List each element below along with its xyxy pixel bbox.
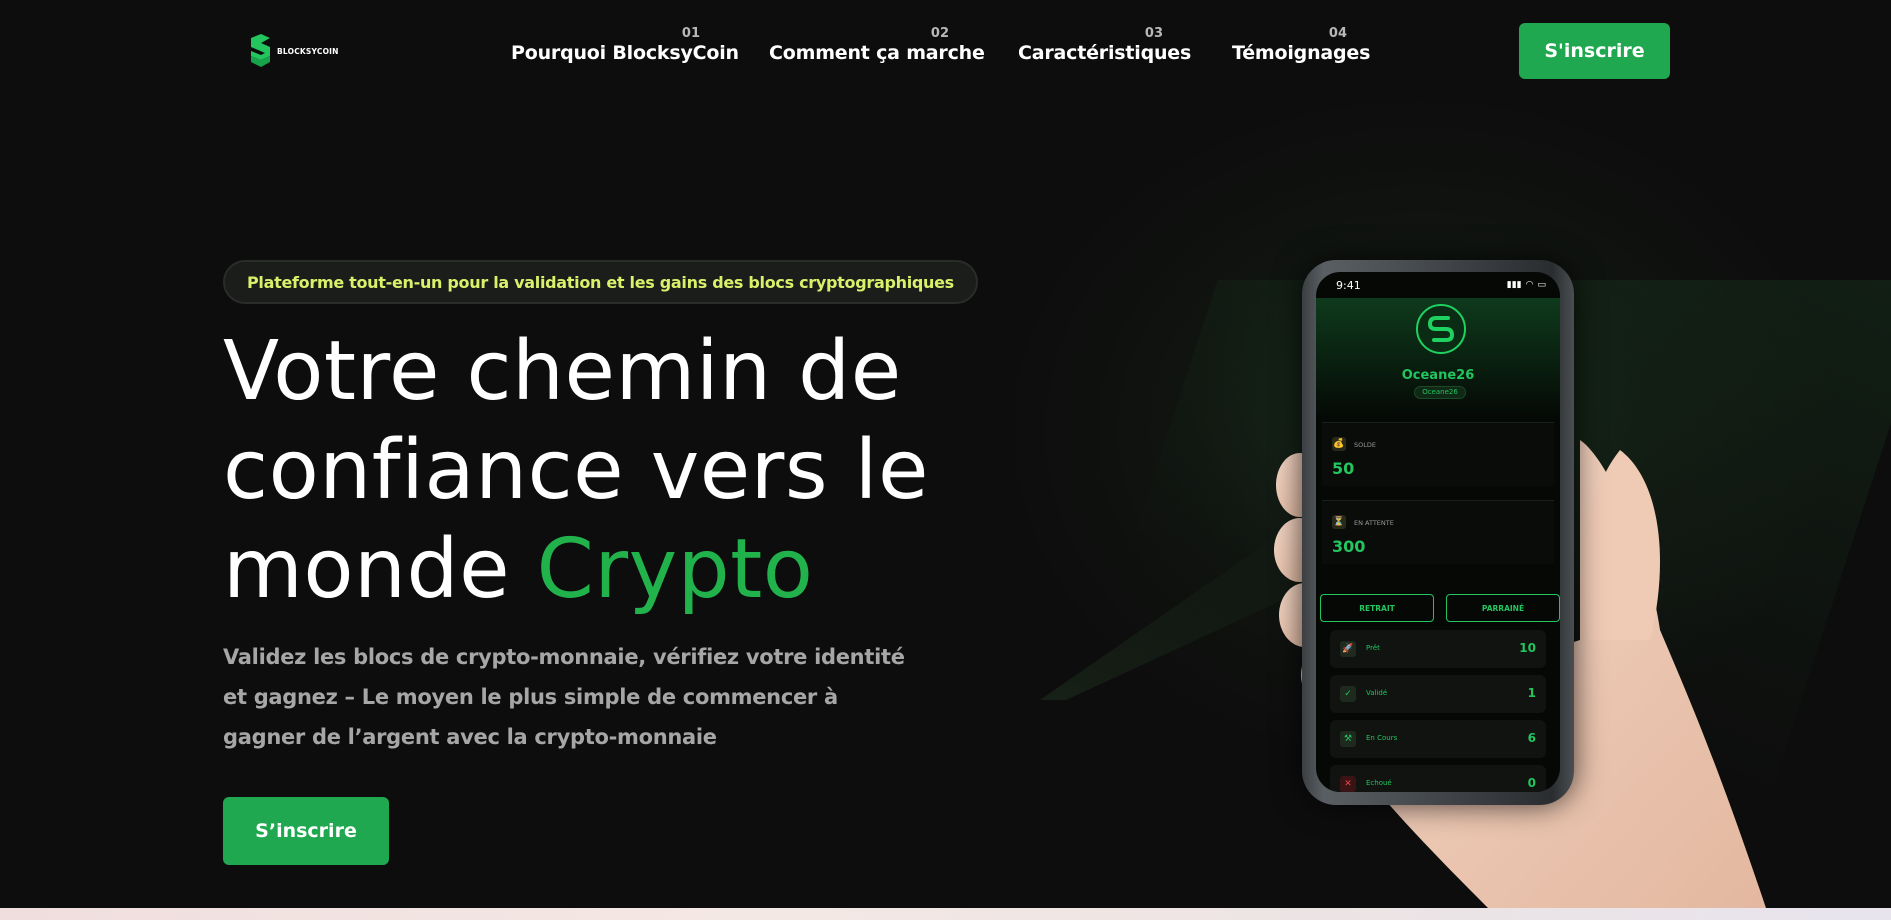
status-icons: ▮▮▮ ◠ ▭: [1507, 280, 1546, 290]
balance-card: 💰 SOLDE 50: [1322, 422, 1554, 486]
headline-line-3: monde: [223, 522, 537, 617]
wifi-icon: ◠: [1525, 280, 1534, 290]
profile-username: Oceane26: [1401, 368, 1475, 383]
nav-number: 02: [930, 26, 949, 41]
nav-label: Caractéristiques: [1018, 42, 1192, 64]
landing-page: BLOCKSYCOIN 01 Pourquoi BlocksyCoin 02 C…: [0, 0, 1891, 920]
avatar: [1416, 304, 1466, 354]
stat-label: Echoué: [1366, 779, 1392, 787]
nav-item-caracteristiques[interactable]: 03 Caractéristiques: [1018, 24, 1191, 68]
nav-item-comment[interactable]: 02 Comment ça marche: [769, 24, 985, 68]
phone-actions: RETRAIT PARRAINÉ: [1320, 594, 1560, 622]
stat-value: 0: [1527, 776, 1536, 790]
pending-card: ⏳ EN ATTENTE 300: [1322, 500, 1554, 564]
hourglass-icon: ⏳: [1332, 515, 1346, 529]
withdraw-button[interactable]: RETRAIT: [1320, 594, 1434, 622]
brand-s-icon: [1427, 316, 1455, 342]
headline-line-2: confiance vers le: [223, 423, 929, 518]
nav-number: 01: [681, 26, 700, 41]
nav-label: Témoignages: [1232, 42, 1371, 64]
signup-button-header[interactable]: S'inscrire: [1519, 23, 1670, 79]
logo-text: BLOCKSYCOIN: [277, 46, 339, 56]
stat-label: En Cours: [1366, 734, 1398, 742]
battery-icon: ▭: [1537, 280, 1546, 290]
logo[interactable]: BLOCKSYCOIN: [248, 34, 339, 68]
signup-button-hero[interactable]: S’inscrire: [223, 797, 389, 865]
stat-row-en-cours[interactable]: ⚒ En Cours 6: [1330, 720, 1546, 758]
stat-value: 10: [1519, 641, 1536, 655]
status-bar: 9:41 ▮▮▮ ◠ ▭: [1316, 272, 1560, 298]
headline-line-1: Votre chemin de: [223, 324, 902, 419]
status-time: 9:41: [1336, 278, 1361, 292]
stat-value: 1: [1527, 686, 1536, 700]
next-section-edge: [0, 908, 1891, 920]
nav-label: Comment ça marche: [769, 42, 985, 64]
balance-value: 50: [1332, 459, 1355, 478]
money-bag-icon: 💰: [1332, 437, 1346, 451]
pending-value: 300: [1332, 537, 1366, 556]
hero-subtext: Validez les blocs de crypto-monnaie, vér…: [223, 645, 905, 749]
phone-mockup: 9:41 ▮▮▮ ◠ ▭ Oceane26 Oceane26 💰 SOLDE 5…: [1302, 260, 1574, 805]
pending-label: EN ATTENTE: [1354, 519, 1394, 527]
signal-icon: ▮▮▮: [1506, 280, 1522, 290]
pickaxe-icon: ⚒: [1340, 731, 1356, 747]
nav-number: 04: [1328, 26, 1347, 41]
nav-item-pourquoi[interactable]: 01 Pourquoi BlocksyCoin: [511, 24, 739, 68]
logo-icon: [251, 34, 270, 67]
stat-row-echoue[interactable]: ✕ Echoué 0: [1330, 765, 1546, 792]
profile-tag: Oceane26: [1414, 386, 1466, 399]
balance-label: SOLDE: [1354, 441, 1376, 449]
stat-label: Validé: [1366, 689, 1388, 697]
tagline-badge: Plateforme tout-en-un pour la validation…: [223, 260, 978, 304]
stat-row-pret[interactable]: 🚀 Prêt 10: [1330, 630, 1546, 668]
profile-header: Oceane26 Oceane26: [1316, 298, 1560, 420]
check-icon: ✓: [1340, 686, 1356, 702]
stat-value: 6: [1527, 731, 1536, 745]
stat-row-valide[interactable]: ✓ Validé 1: [1330, 675, 1546, 713]
hero-headline: Votre chemin de confiance vers le monde …: [223, 322, 929, 619]
phone-screen: 9:41 ▮▮▮ ◠ ▭ Oceane26 Oceane26 💰 SOLDE 5…: [1316, 272, 1560, 792]
nav-number: 03: [1144, 26, 1163, 41]
nav-label: Pourquoi BlocksyCoin: [511, 42, 739, 64]
referral-button[interactable]: PARRAINÉ: [1446, 594, 1560, 622]
nav-item-temoignages[interactable]: 04 Témoignages: [1232, 24, 1370, 68]
cross-icon: ✕: [1340, 776, 1356, 792]
headline-accent: Crypto: [536, 522, 814, 617]
rocket-icon: 🚀: [1340, 641, 1356, 657]
stat-label: Prêt: [1366, 644, 1380, 652]
